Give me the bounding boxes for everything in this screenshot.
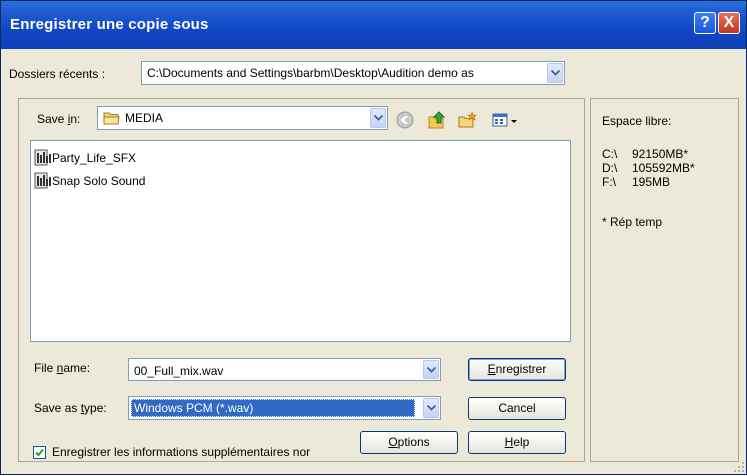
checkmark-icon bbox=[35, 448, 44, 457]
file-name-label: File name: bbox=[34, 361, 91, 375]
help-button[interactable]: Help bbox=[468, 431, 566, 454]
drive-c-value: 92150MB* bbox=[632, 147, 689, 161]
file-list[interactable]: Party_Life_SFX Snap Solo Sound bbox=[30, 140, 571, 342]
save-in-combo[interactable]: MEDIA bbox=[97, 106, 388, 130]
new-folder-icon[interactable] bbox=[457, 109, 479, 131]
chevron-down-icon[interactable] bbox=[370, 108, 386, 128]
chevron-down-icon[interactable] bbox=[547, 63, 563, 83]
chevron-down-icon[interactable] bbox=[423, 360, 439, 379]
save-in-folder-name: MEDIA bbox=[125, 111, 164, 125]
save-button[interactable]: Enregistrer bbox=[468, 358, 566, 381]
audio-file-icon bbox=[34, 149, 52, 166]
drive-d-label: D:\ bbox=[602, 161, 618, 175]
folder-icon bbox=[103, 111, 120, 128]
view-menu-icon[interactable] bbox=[490, 109, 520, 131]
resize-grip-icon[interactable] bbox=[732, 460, 745, 473]
options-button[interactable]: Options bbox=[360, 431, 458, 454]
up-folder-icon[interactable] bbox=[426, 109, 448, 131]
extra-info-label[interactable]: Enregistrer les informations supplémenta… bbox=[52, 445, 352, 459]
file-name-input[interactable]: 00_Full_mix.wav bbox=[128, 358, 441, 381]
chevron-down-icon[interactable] bbox=[423, 398, 439, 418]
save-in-label: Save in: bbox=[37, 112, 81, 126]
save-type-select[interactable]: Windows PCM (*.wav) bbox=[128, 396, 441, 420]
drive-f-value: 195MB bbox=[632, 175, 671, 189]
save-type-value: Windows PCM (*.wav) bbox=[134, 401, 254, 415]
file-name: Party_Life_SFX bbox=[52, 151, 137, 165]
audio-file-icon bbox=[34, 172, 52, 189]
title-bar[interactable]: Enregistrer une copie sous ? X bbox=[1, 1, 746, 49]
cancel-button[interactable]: Cancel bbox=[468, 397, 566, 420]
extra-info-checkbox[interactable] bbox=[33, 446, 46, 459]
drive-c-label: C:\ bbox=[602, 147, 618, 161]
back-icon[interactable] bbox=[394, 109, 416, 131]
free-space-title: Espace libre: bbox=[602, 114, 672, 128]
close-button[interactable]: X bbox=[718, 12, 740, 34]
drive-d-value: 105592MB* bbox=[632, 161, 695, 175]
save-type-label: Save as type: bbox=[34, 401, 107, 415]
file-name: Snap Solo Sound bbox=[52, 174, 146, 188]
recent-folders-value: C:\Documents and Settings\barbm\Desktop\… bbox=[147, 66, 474, 80]
file-name-value: 00_Full_mix.wav bbox=[134, 364, 224, 378]
drive-f-label: F:\ bbox=[602, 175, 616, 189]
save-copy-dialog: Enregistrer une copie sous ? X Dossiers … bbox=[0, 0, 747, 475]
recent-folders-label: Dossiers récents : bbox=[9, 67, 106, 81]
recent-folders-combo[interactable]: C:\Documents and Settings\barbm\Desktop\… bbox=[141, 61, 565, 85]
window-title: Enregistrer une copie sous bbox=[10, 16, 209, 33]
temp-note: * Rép temp bbox=[602, 215, 663, 229]
help-title-button[interactable]: ? bbox=[694, 12, 716, 34]
